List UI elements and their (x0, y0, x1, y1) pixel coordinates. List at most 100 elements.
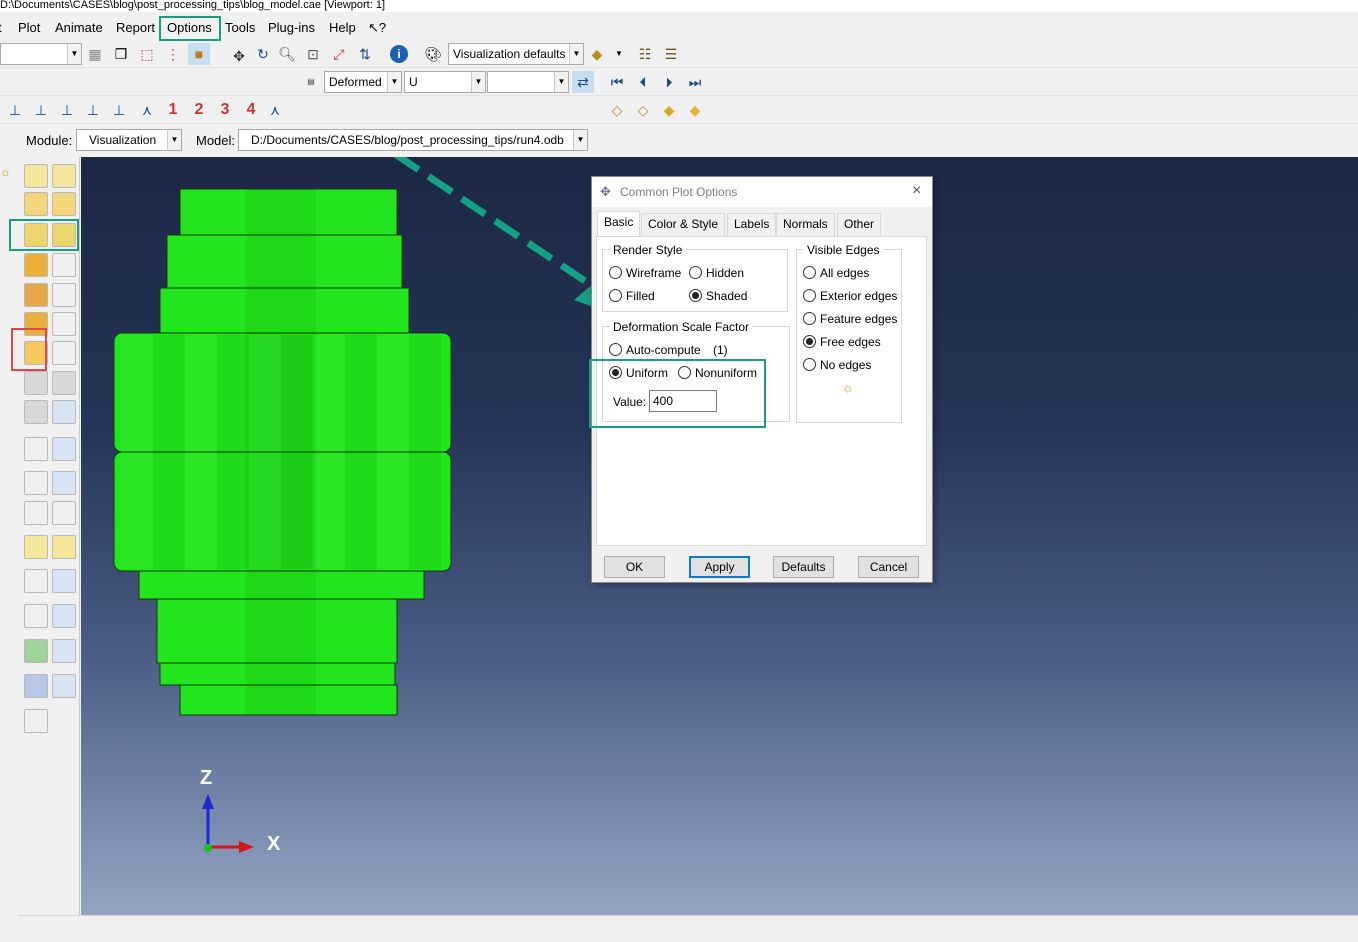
stream-icon[interactable] (24, 535, 48, 559)
menu-plot[interactable]: Plot (18, 20, 40, 35)
radio-all-edges[interactable] (803, 266, 816, 279)
menu-tools[interactable]: Tools (225, 20, 255, 35)
wireframe-cube-icon[interactable]: ◇ (606, 99, 628, 121)
auto-fit-icon[interactable]: ⤢ (328, 43, 350, 65)
view-xy-icon[interactable]: ⊥ (4, 99, 26, 121)
cancel-button[interactable]: Cancel (858, 556, 919, 578)
animate-harmonic-icon[interactable] (24, 400, 48, 424)
plot-contours-on-undeformed-icon[interactable] (24, 192, 48, 216)
step-1-button[interactable]: 1 (162, 99, 184, 121)
stream-options-icon[interactable] (52, 535, 76, 559)
tab-basic[interactable]: Basic (597, 211, 641, 237)
variable-combo[interactable]: U ▼ (404, 71, 486, 93)
contour-options-icon[interactable] (52, 253, 76, 277)
radio-free-edges[interactable] (803, 335, 816, 348)
plot-symbols-icon[interactable] (24, 283, 48, 307)
cycle-views-icon[interactable]: ⇅ (354, 43, 376, 65)
cube-view-icon[interactable]: ❒ (110, 43, 132, 65)
shaded-cube-icon[interactable]: ◆ (684, 99, 706, 121)
pan-icon[interactable]: ✥ (228, 45, 250, 67)
radio-auto-compute[interactable] (609, 343, 622, 356)
previous-frame-icon[interactable]: ⏴ (632, 71, 654, 93)
view-yz-icon[interactable]: ⊥ (30, 99, 52, 121)
menu-item-truncated[interactable]: t (0, 20, 2, 35)
render-style-combo[interactable]: Visualization defaults ▼ (448, 43, 584, 65)
deformed-shape-icon[interactable]: ▤ (300, 71, 322, 93)
xy-plot-manager-icon[interactable] (52, 471, 76, 495)
rail-icon[interactable]: ☰ (660, 43, 682, 65)
ok-button[interactable]: OK (604, 556, 665, 578)
radio-exterior-edges[interactable] (803, 289, 816, 302)
select-box-icon[interactable]: ⬚ (136, 43, 158, 65)
query-tool-icon[interactable] (24, 709, 48, 733)
tab-normals[interactable]: Normals (776, 213, 835, 236)
zoom-box-icon[interactable]: ⊡ (302, 43, 324, 65)
dialog-close-icon[interactable]: × (912, 182, 921, 200)
info-icon[interactable]: i (388, 43, 410, 65)
module-combo[interactable]: Visualization ▼ (76, 129, 182, 151)
step-2-button[interactable]: 2 (188, 99, 210, 121)
select-nodes-icon[interactable]: ⋮ (162, 43, 184, 65)
plot-xy-icon[interactable] (52, 501, 76, 525)
whats-this-help-icon[interactable]: ↖? (368, 20, 386, 35)
view-zy-icon[interactable]: ⊥ (82, 99, 104, 121)
display-group-icon[interactable]: ▦ (84, 43, 106, 65)
material-orientation-options-icon[interactable] (52, 312, 76, 336)
create-xy-plot-icon[interactable] (24, 471, 48, 495)
free-body-icon[interactable] (24, 604, 48, 628)
xy-data-manager-icon[interactable] (52, 437, 76, 461)
menu-animate[interactable]: Animate (55, 20, 103, 35)
create-xy-data-icon[interactable] (24, 437, 48, 461)
view-zx-icon[interactable]: ⊥ (56, 99, 78, 121)
part-display-dropdown-icon[interactable]: ▼ (608, 43, 630, 65)
first-frame-icon[interactable]: ⏮ (606, 71, 628, 93)
replace-selected-icon[interactable] (24, 674, 48, 698)
radio-filled[interactable] (609, 289, 622, 302)
tab-other[interactable]: Other (837, 213, 882, 236)
animate-time-history-icon[interactable] (52, 371, 76, 395)
box-shaded-icon[interactable]: ■ (188, 43, 210, 65)
view-iso-icon[interactable]: ⋏ (136, 99, 158, 121)
sync-icon[interactable]: ⇄ (572, 71, 594, 93)
model-combo[interactable]: D:/Documents/CASES/blog/post_processing_… (238, 129, 588, 151)
grid-ladder-icon[interactable]: ☷ (634, 43, 656, 65)
view-yx-icon[interactable]: ⊥ (108, 99, 130, 121)
radio-no-edges[interactable] (803, 358, 816, 371)
tab-color-style[interactable]: Color & Style (641, 213, 726, 236)
menu-report[interactable]: Report (116, 20, 155, 35)
defaults-button[interactable]: Defaults (773, 556, 834, 578)
step-4-button[interactable]: 4 (240, 99, 262, 121)
filled-cube-icon[interactable]: ◆ (658, 99, 680, 121)
step-3-button[interactable]: 3 (214, 99, 236, 121)
next-frame-icon[interactable]: ⏵ (658, 71, 680, 93)
plot-deformed-icon[interactable] (52, 164, 76, 188)
path-icon[interactable] (24, 501, 48, 525)
animate-scale-factor-icon[interactable] (24, 371, 48, 395)
palette-icon[interactable]: 🎨︎ (422, 43, 444, 65)
menu-plugins[interactable]: Plug-ins (268, 20, 315, 35)
last-frame-icon[interactable]: ⏭ (684, 71, 706, 93)
symbol-options-icon[interactable] (52, 283, 76, 307)
animation-options-icon[interactable] (52, 400, 76, 424)
plot-contours-deformed-icon[interactable] (24, 253, 48, 277)
component-combo[interactable]: ▼ (487, 71, 569, 93)
selection-combo[interactable]: ▼ (0, 43, 82, 65)
tab-labels[interactable]: Labels (727, 213, 777, 236)
menu-help[interactable]: Help (329, 20, 356, 35)
zoom-icon[interactable]: 🔍︎ (276, 43, 298, 65)
view-cut-icon[interactable] (24, 569, 48, 593)
radio-feature-edges[interactable] (803, 312, 816, 325)
plot-contours-icon[interactable] (52, 192, 76, 216)
plot-undeformed-icon[interactable] (24, 164, 48, 188)
part-display-icon[interactable]: ◆ (586, 43, 608, 65)
display-group-create-icon[interactable] (24, 639, 48, 663)
display-group-manager-icon[interactable] (52, 639, 76, 663)
hidden-cube-icon[interactable]: ◇ (632, 99, 654, 121)
radio-hidden[interactable] (689, 266, 702, 279)
superimpose-options-icon[interactable] (52, 341, 76, 365)
radio-shaded[interactable] (689, 289, 702, 302)
lightbulb-icon[interactable]: ☼ (842, 380, 854, 395)
free-body-manager-icon[interactable] (52, 604, 76, 628)
radio-wireframe[interactable] (609, 266, 622, 279)
view-triad-icon[interactable]: ⋏ (264, 99, 286, 121)
